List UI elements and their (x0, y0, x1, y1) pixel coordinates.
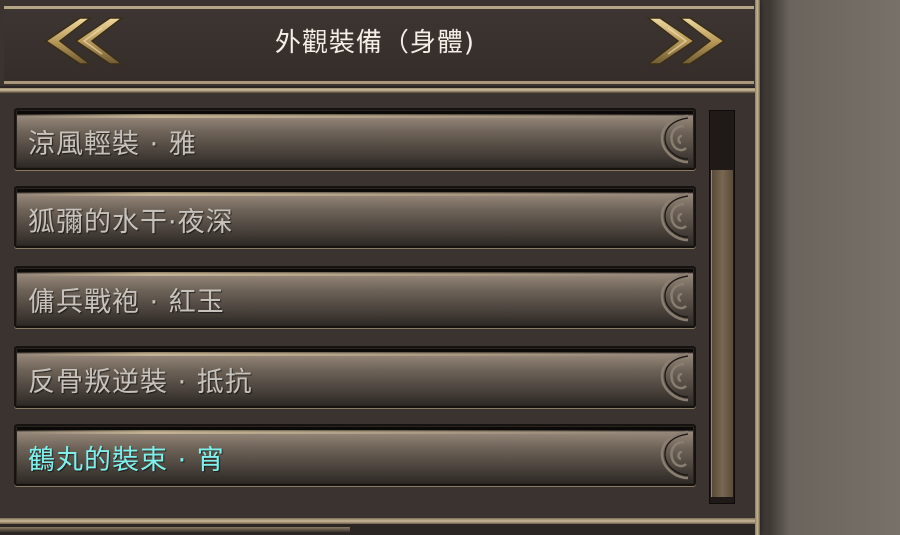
header-divider (0, 86, 756, 94)
prev-category-button[interactable] (38, 14, 130, 68)
list-item-selected[interactable]: 鶴丸的裝束 · 宵 (14, 424, 696, 486)
outfit-list: 涼風輕裝 · 雅 狐彌的水干·夜深 傭兵戰袍 · 紅玉 反骨叛逆裝 · 抵抗 鶴… (14, 108, 696, 498)
swirl-ornament-icon (632, 270, 692, 326)
bottom-accent (0, 527, 350, 532)
swirl-ornament-icon (632, 190, 692, 246)
list-item[interactable]: 涼風輕裝 · 雅 (14, 108, 696, 170)
list-item[interactable]: 傭兵戰袍 · 紅玉 (14, 266, 696, 328)
scrollbar-thumb[interactable] (711, 170, 733, 497)
double-chevron-left-icon (38, 14, 130, 68)
item-label: 鶴丸的裝束 · 宵 (28, 445, 225, 476)
item-label: 傭兵戰袍 · 紅玉 (28, 287, 225, 318)
double-chevron-right-icon (640, 14, 732, 68)
scrollbar-track[interactable] (709, 110, 735, 504)
item-label: 狐彌的水干·夜深 (28, 207, 234, 238)
next-category-button[interactable] (640, 14, 732, 68)
page-title: 外觀裝備（身體) (274, 28, 476, 58)
panel-border (755, 0, 760, 535)
equipment-panel: 外觀裝備（身體) 涼風輕裝 · 雅 狐彌的水干·夜深 傭兵戰袍 · 紅玉 反骨叛… (0, 0, 758, 535)
swirl-ornament-icon (632, 350, 692, 406)
list-item[interactable]: 反骨叛逆裝 · 抵抗 (14, 346, 696, 408)
item-label: 反骨叛逆裝 · 抵抗 (28, 367, 253, 398)
swirl-ornament-icon (632, 428, 692, 484)
item-label: 涼風輕裝 · 雅 (28, 129, 197, 160)
list-item[interactable]: 狐彌的水干·夜深 (14, 186, 696, 248)
swirl-ornament-icon (632, 112, 692, 168)
